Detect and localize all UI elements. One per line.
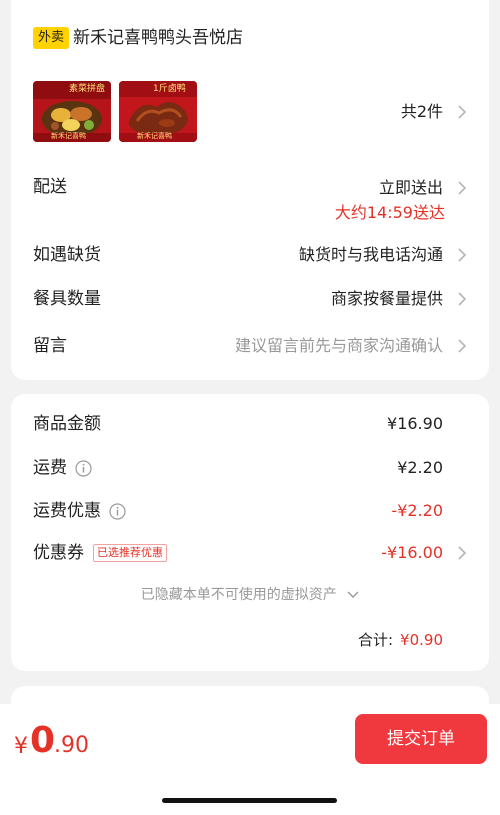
chevron-down-icon	[347, 584, 359, 606]
submit-order-button[interactable]: 提交订单	[355, 714, 487, 764]
delivery-label: 配送	[33, 177, 67, 197]
total-label: 合计:	[357, 631, 393, 649]
info-icon[interactable]	[75, 460, 92, 477]
price-breakdown-card: 商品金额 ¥16.90 运费 ¥2.20 运费优惠 -¥2.20 优惠券 已选推…	[11, 394, 489, 671]
coupon-label: 优惠券	[33, 543, 84, 563]
thumb1-brand: 新禾记喜鸭	[51, 132, 86, 140]
shipping-fee-value: ¥2.20	[397, 458, 443, 477]
thumb2-brand: 新禾记喜鸭	[137, 132, 172, 140]
order-card: 外卖 新禾记喜鸭鸭头吾悦店 素菜拼盘 新禾记喜鸭 1斤卤鸭 新禾记喜鸭 共2件 …	[11, 0, 489, 380]
chevron-right-icon	[457, 546, 467, 560]
pay-amount-integer: 0	[30, 720, 56, 761]
product-count: 共2件	[400, 102, 443, 121]
coupon-recommended-badge: 已选推荐优惠	[93, 544, 167, 562]
delivery-value: 立即送出	[378, 178, 443, 197]
chevron-right-icon	[457, 105, 467, 119]
tableware-value: 商家按餐量提供	[330, 289, 443, 308]
thumb2-title: 1斤卤鸭	[153, 84, 186, 94]
store-name[interactable]: 新禾记喜鸭鸭头吾悦店	[73, 26, 243, 50]
hidden-assets-toggle[interactable]: 已隐藏本单不可使用的虚拟资产	[11, 584, 489, 606]
remark-input[interactable]: 建议留言前先与商家沟通确认	[235, 334, 443, 358]
product-thumbnail-1[interactable]: 素菜拼盘 新禾记喜鸭	[33, 81, 111, 142]
home-indicator[interactable]	[162, 798, 337, 803]
product-thumbnail-2[interactable]: 1斤卤鸭 新禾记喜鸭	[119, 81, 197, 142]
total-value: ¥0.90	[400, 631, 443, 649]
coupon-value: -¥16.00	[381, 543, 443, 562]
thumb1-title: 素菜拼盘	[69, 84, 106, 94]
shortage-label: 如遇缺货	[33, 245, 101, 265]
hidden-assets-text: 已隐藏本单不可使用的虚拟资产	[140, 587, 337, 603]
remark-label: 留言	[33, 336, 67, 356]
chevron-right-icon	[457, 181, 467, 195]
chevron-right-icon	[457, 248, 467, 262]
shipping-discount-label: 运费优惠	[33, 501, 101, 521]
chevron-right-icon	[457, 292, 467, 306]
goods-amount-label: 商品金额	[33, 414, 101, 434]
pay-amount-decimal: .90	[54, 733, 89, 758]
bottom-submit-bar: ¥ 0 .90 提交订单	[0, 704, 500, 815]
pay-currency-symbol: ¥	[14, 734, 28, 759]
goods-amount-value: ¥16.90	[387, 414, 443, 433]
shipping-fee-label: 运费	[33, 458, 67, 478]
shipping-discount-value: -¥2.20	[391, 501, 443, 520]
takeaway-tag: 外卖	[33, 27, 70, 49]
chevron-right-icon	[457, 339, 467, 353]
tableware-label: 餐具数量	[33, 289, 101, 309]
info-icon[interactable]	[109, 503, 126, 520]
delivery-eta: 大约14:59送达	[334, 203, 445, 222]
shortage-value: 缺货时与我电话沟通	[298, 245, 443, 264]
